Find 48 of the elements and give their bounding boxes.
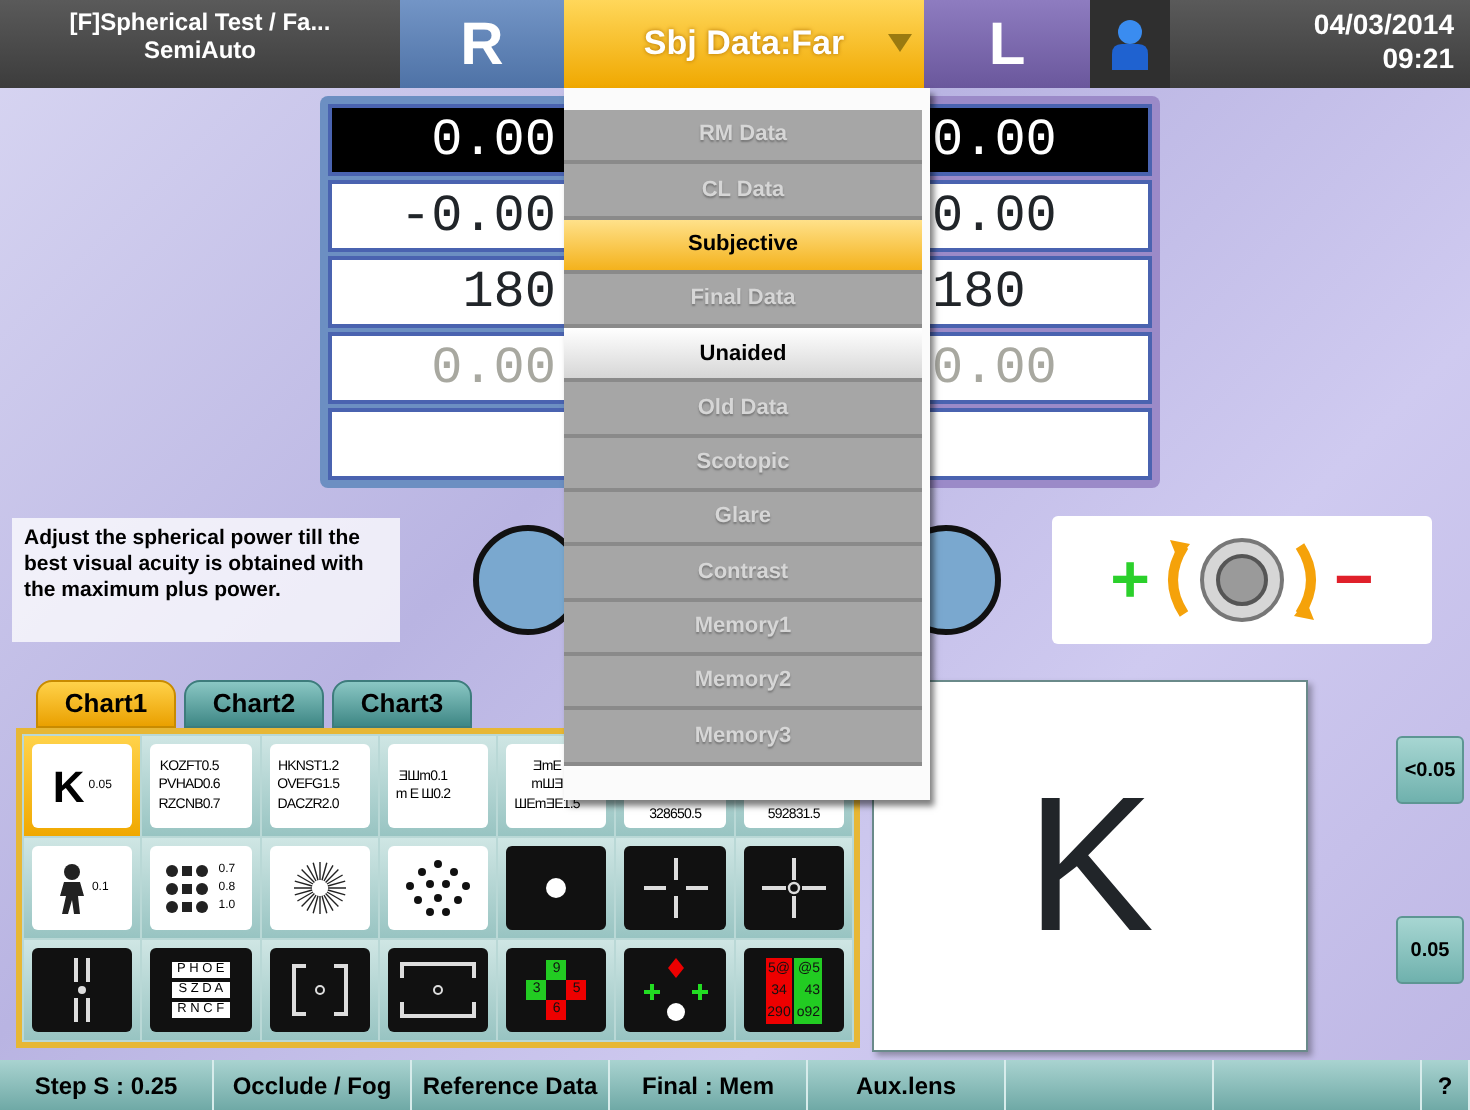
chart-tile[interactable] bbox=[261, 838, 378, 938]
pictogram-row-icon bbox=[166, 863, 211, 877]
chart-tile[interactable] bbox=[616, 940, 734, 1040]
left-eye-tab[interactable]: L bbox=[924, 0, 1090, 88]
preview-letter: K bbox=[1025, 770, 1155, 962]
round-button-icon bbox=[930, 524, 1002, 636]
chart-tile[interactable] bbox=[498, 838, 615, 938]
date-label: 04/03/2014 bbox=[1311, 8, 1454, 42]
fixation-target-icon bbox=[639, 956, 712, 1024]
mode-label: SemiAuto bbox=[141, 36, 258, 64]
child-figure-icon bbox=[55, 862, 88, 914]
pictogram-row-icon bbox=[166, 899, 211, 913]
function-button[interactable]: Step S : 0.25 bbox=[0, 1060, 214, 1110]
function-button[interactable]: Occlude / Fog bbox=[214, 1060, 412, 1110]
time-label: 09:21 bbox=[1380, 42, 1454, 76]
chart-tile[interactable] bbox=[735, 838, 852, 938]
screen-title: [F]Spherical Test / Fa... bbox=[67, 8, 333, 36]
acuity-button[interactable]: <0.05 bbox=[1396, 736, 1464, 804]
person-icon bbox=[1110, 18, 1150, 70]
user-button[interactable] bbox=[1090, 0, 1170, 88]
minus-sign: − bbox=[1334, 546, 1374, 614]
acuity-button[interactable]: 0.05 bbox=[1396, 916, 1464, 984]
chart-tile[interactable] bbox=[616, 838, 734, 938]
chart-tab[interactable]: Chart2 bbox=[184, 680, 324, 728]
instruction-text: Adjust the spherical power till the best visual acuity is obtained with the maximum plus power. bbox=[12, 518, 400, 642]
chart-tile[interactable] bbox=[379, 940, 497, 1040]
right-eye-tab[interactable]: R bbox=[400, 0, 564, 88]
chart-tab[interactable]: Chart1 bbox=[36, 680, 176, 728]
cross-ring-icon bbox=[757, 854, 830, 922]
cross-lines-icon bbox=[639, 854, 712, 922]
function-button[interactable]: Reference Data bbox=[412, 1060, 610, 1110]
caret-icon bbox=[888, 34, 912, 52]
function-button[interactable]: Aux.lens bbox=[808, 1060, 1006, 1110]
menu-item[interactable]: Unaided bbox=[564, 328, 922, 383]
chart-letter: K bbox=[52, 759, 85, 815]
function-button[interactable]: Final : Mem bbox=[610, 1060, 808, 1110]
chart-tile[interactable] bbox=[24, 940, 141, 1040]
function-button[interactable]: ? bbox=[1422, 1060, 1470, 1110]
dot-target-icon bbox=[546, 878, 567, 898]
chart-tab[interactable]: Chart3 bbox=[332, 680, 472, 728]
chart-tile[interactable] bbox=[379, 838, 497, 938]
pictogram-row-icon bbox=[166, 881, 211, 895]
chart-tile[interactable] bbox=[261, 940, 378, 1040]
dial-knob-icon bbox=[1198, 536, 1286, 624]
menu-item[interactable]: Subjective bbox=[564, 219, 922, 274]
bracket-target-icon bbox=[397, 960, 478, 1020]
bracket-target-icon bbox=[289, 962, 350, 1018]
plus-sign: + bbox=[1110, 546, 1150, 614]
